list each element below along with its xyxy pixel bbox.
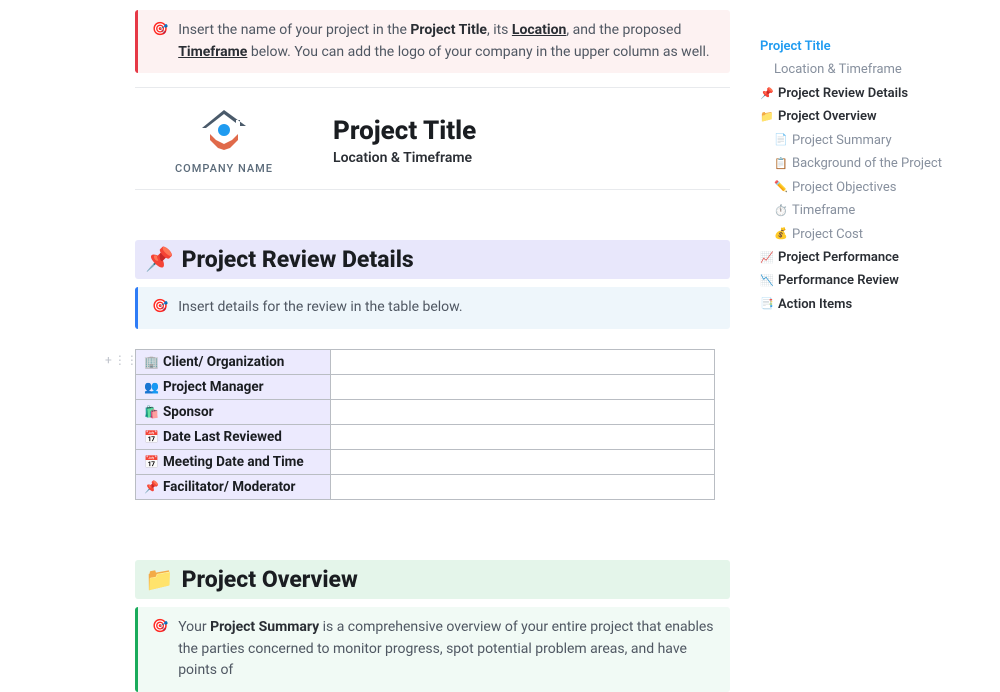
outline-item[interactable]: 📋Background of the Project — [760, 152, 980, 175]
outline-item-label: Project Review Details — [778, 83, 908, 104]
divider — [135, 189, 730, 190]
company-name: COMPANY NAME — [175, 162, 273, 175]
table-label-cell[interactable]: 📅Meeting Date and Time — [136, 450, 331, 475]
callout-review-hint: 🎯 Insert details for the review in the t… — [135, 287, 730, 329]
table-value-cell[interactable] — [331, 375, 715, 400]
target-icon: 🎯 — [152, 297, 168, 319]
table-row[interactable]: 📅Date Last Reviewed — [136, 425, 715, 450]
row-controls[interactable]: + ⋮⋮ — [105, 353, 138, 367]
callout-review-text: Insert details for the review in the tab… — [178, 297, 462, 319]
outline-item-icon: 💰 — [774, 225, 788, 243]
table-value-cell[interactable] — [331, 425, 715, 450]
document-outline[interactable]: Project TitleLocation & Timeframe📌Projec… — [760, 35, 980, 316]
drag-handle-icon[interactable]: ⋮⋮ — [114, 353, 138, 367]
table-value-cell[interactable] — [331, 450, 715, 475]
outline-item-icon: 📈 — [760, 249, 774, 267]
outline-item-icon: 📌 — [760, 85, 774, 103]
table-label-cell[interactable]: 👥Project Manager — [136, 375, 331, 400]
folder-icon: 📁 — [145, 566, 174, 593]
table-row[interactable]: 📌Facilitator/ Moderator — [136, 475, 715, 500]
outline-item[interactable]: ⏱️Timeframe — [760, 199, 980, 222]
house-logo-icon — [192, 106, 256, 154]
outline-item-icon: 📋 — [774, 155, 788, 173]
details-table[interactable]: 🏢Client/ Organization👥Project Manager🛍️S… — [135, 349, 715, 500]
outline-item-label: Project Title — [760, 36, 831, 57]
table-row[interactable]: 📅Meeting Date and Time — [136, 450, 715, 475]
add-row-icon[interactable]: + — [105, 353, 112, 367]
outline-item-label: Background of the Project — [792, 153, 942, 174]
table-row[interactable]: 👥Project Manager — [136, 375, 715, 400]
table-label-cell[interactable]: 📅Date Last Reviewed — [136, 425, 331, 450]
outline-item-label: Project Cost — [792, 224, 863, 245]
table-row[interactable]: 🛍️Sponsor — [136, 400, 715, 425]
table-value-cell[interactable] — [331, 400, 715, 425]
heading-overview[interactable]: 📁 Project Overview — [135, 560, 730, 599]
outline-item-icon: ✏️ — [774, 178, 788, 196]
date-last-reviewed-icon: 📅 — [144, 430, 159, 444]
document-main: 🎯 Insert the name of your project in the… — [135, 0, 730, 692]
outline-item[interactable]: Project Title — [760, 35, 980, 58]
outline-item-label: Project Objectives — [792, 177, 896, 198]
callout-intro-text: Insert the name of your project in the P… — [178, 20, 718, 63]
target-icon: 🎯 — [152, 20, 168, 63]
client-organization-icon: 🏢 — [144, 355, 159, 369]
outline-item-label: Performance Review — [778, 270, 899, 291]
heading-overview-text: Project Overview — [182, 566, 358, 593]
page-subtitle[interactable]: Location & Timeframe — [333, 150, 476, 166]
title-header: COMPANY NAME Project Title Location & Ti… — [135, 106, 730, 179]
heading-review-text: Project Review Details — [182, 246, 414, 273]
outline-item[interactable]: 💰Project Cost — [760, 223, 980, 246]
table-row[interactable]: 🏢Client/ Organization — [136, 350, 715, 375]
callout-overview: 🎯 Your Project Summary is a comprehensiv… — [135, 607, 730, 692]
divider — [135, 87, 730, 88]
pin-icon: 📌 — [145, 246, 174, 273]
outline-item-icon: 📑 — [760, 295, 774, 313]
table-value-cell[interactable] — [331, 350, 715, 375]
heading-review[interactable]: 📌 Project Review Details — [135, 240, 730, 279]
outline-item[interactable]: Location & Timeframe — [760, 58, 980, 81]
outline-item[interactable]: 📈Project Performance — [760, 246, 980, 269]
outline-item-label: Project Summary — [792, 130, 892, 151]
table-label-cell[interactable]: 🏢Client/ Organization — [136, 350, 331, 375]
outline-item-icon: ⏱️ — [774, 202, 788, 220]
outline-item-label: Action Items — [778, 294, 852, 315]
outline-item[interactable]: 📄Project Summary — [760, 129, 980, 152]
outline-item-label: Project Overview — [778, 106, 877, 127]
outline-item[interactable]: 📉Performance Review — [760, 269, 980, 292]
outline-item-label: Project Performance — [778, 247, 899, 268]
company-logo-block: COMPANY NAME — [175, 106, 273, 175]
outline-item-label: Location & Timeframe — [774, 59, 902, 80]
meeting-date-and-time-icon: 📅 — [144, 455, 159, 469]
outline-item-icon: 📄 — [774, 131, 788, 149]
details-table-wrap: + ⋮⋮ 🏢Client/ Organization👥Project Manag… — [135, 349, 730, 500]
table-value-cell[interactable] — [331, 475, 715, 500]
callout-overview-text: Your Project Summary is a comprehensive … — [178, 617, 718, 682]
outline-item-label: Timeframe — [792, 200, 855, 221]
target-icon: 🎯 — [152, 617, 168, 682]
outline-item[interactable]: 📑Action Items — [760, 293, 980, 316]
outline-item-icon: 📉 — [760, 272, 774, 290]
facilitator-moderator-icon: 📌 — [144, 480, 159, 494]
outline-item[interactable]: 📌Project Review Details — [760, 82, 980, 105]
page-title[interactable]: Project Title — [333, 116, 476, 146]
outline-item[interactable]: ✏️Project Objectives — [760, 176, 980, 199]
table-label-cell[interactable]: 🛍️Sponsor — [136, 400, 331, 425]
sponsor-icon: 🛍️ — [144, 405, 159, 419]
table-label-cell[interactable]: 📌Facilitator/ Moderator — [136, 475, 331, 500]
project-manager-icon: 👥 — [144, 380, 159, 394]
outline-item[interactable]: 📁Project Overview — [760, 105, 980, 128]
outline-item-icon: 📁 — [760, 108, 774, 126]
callout-intro: 🎯 Insert the name of your project in the… — [135, 10, 730, 73]
